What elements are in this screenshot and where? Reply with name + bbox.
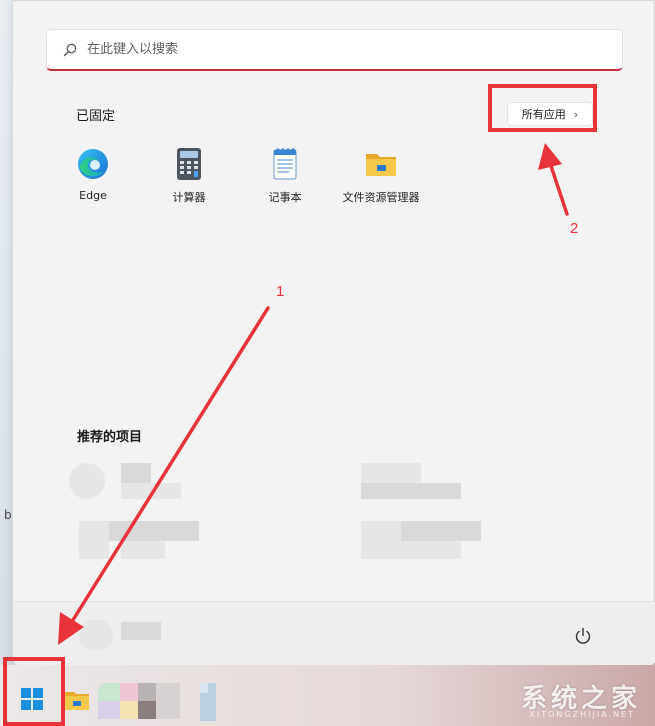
annotation-number-1: 1	[276, 283, 285, 300]
annotation-number-2: 2	[570, 220, 579, 237]
watermark-sub: XITONGZHIJIA.NET	[529, 710, 635, 719]
annotation-arrows	[58, 143, 569, 645]
